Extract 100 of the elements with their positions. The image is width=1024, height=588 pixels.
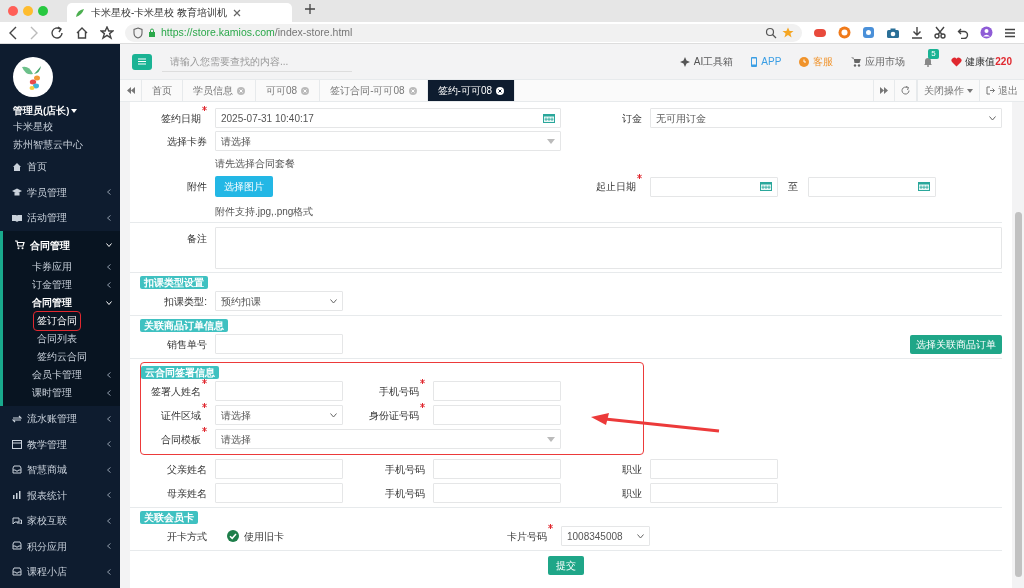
sidebar-item[interactable]: 积分应用 — [0, 533, 120, 559]
field-label: 合同模板 — [160, 432, 201, 447]
text-field[interactable] — [433, 459, 561, 479]
select-field[interactable]: 预约扣课 — [215, 291, 343, 311]
page-tab[interactable]: 首页 — [142, 80, 183, 101]
header-link[interactable]: AI工具箱 — [679, 54, 734, 69]
header-link[interactable]: 应用市场 — [851, 54, 906, 69]
text-field[interactable] — [215, 483, 343, 503]
download-icon[interactable] — [911, 26, 923, 39]
date-field[interactable] — [808, 176, 936, 197]
star-icon[interactable] — [782, 26, 794, 39]
zoom-icon[interactable] — [765, 26, 777, 39]
sidebar-item[interactable]: 活动管理 — [0, 205, 120, 231]
caret-icon — [546, 436, 555, 442]
sidebar-item[interactable]: 报表统计 — [0, 482, 120, 508]
sidebar-item[interactable]: 合同列表 — [34, 330, 80, 348]
sidebar-item[interactable]: 合同管理 — [3, 232, 120, 258]
new-tab-icon[interactable] — [304, 3, 316, 15]
search-field[interactable]: 请输入您需要查找的内容... — [162, 51, 352, 72]
bar-chart-icon — [12, 490, 22, 501]
sidebar-item[interactable]: 首页 — [0, 154, 120, 180]
select-field[interactable]: 1008345008 — [561, 526, 650, 546]
text-field[interactable] — [432, 381, 561, 401]
select-field[interactable]: 请选择 — [214, 405, 343, 425]
close-icon[interactable] — [496, 86, 505, 95]
undo-icon[interactable] — [957, 26, 969, 39]
helper-text: 请先选择合同套餐 — [215, 157, 296, 171]
org-name: 卡米星校 — [13, 120, 54, 135]
bell-icon[interactable] — [923, 56, 934, 67]
camera-icon[interactable] — [886, 26, 900, 39]
caret-icon — [71, 109, 78, 114]
sidebar-item[interactable]: 课时管理 — [3, 384, 120, 402]
sidebar-item[interactable]: 卡券应用 — [3, 258, 120, 276]
required-icon — [201, 378, 207, 384]
required-icon — [201, 402, 207, 408]
refresh-icon — [901, 86, 910, 95]
required-icon — [419, 378, 425, 384]
checkbox-icon[interactable] — [227, 530, 239, 542]
sidebar-item[interactable]: 签订合同 — [34, 312, 80, 330]
text-field[interactable] — [433, 483, 561, 503]
menu-button[interactable] — [132, 53, 152, 70]
home-icon — [12, 161, 22, 172]
section-title: 关联商品订单信息 — [140, 319, 228, 332]
menu-icon[interactable] — [1004, 27, 1016, 38]
field-label: 身份证号码 — [368, 408, 419, 423]
chat-icon — [12, 515, 22, 526]
text-field[interactable] — [215, 334, 343, 354]
text-field[interactable] — [650, 459, 778, 479]
home-icon[interactable] — [75, 25, 89, 40]
user-menu[interactable]: 管理员(店长) — [13, 104, 120, 119]
select-field[interactable]: 请选择 — [215, 131, 561, 151]
scroll-right-button[interactable] — [873, 80, 895, 101]
double-arrow-right-icon — [880, 87, 888, 94]
tab-title: 卡米星校-卡米星校 教育培训机 — [91, 6, 228, 20]
sidebar-item[interactable]: 教学管理 — [0, 431, 120, 457]
select-field[interactable]: 无可用订金 — [650, 108, 1002, 128]
calendar-icon[interactable] — [760, 182, 772, 191]
sidebar-item[interactable]: 合同管理 — [3, 294, 120, 312]
page-tab[interactable]: 可可08 — [256, 80, 321, 101]
field-label: 证件区域 — [160, 408, 201, 423]
checkbox-label: 使用旧卡 — [244, 529, 284, 544]
reload-icon[interactable] — [50, 25, 64, 40]
page-tab[interactable]: 学员信息 — [183, 80, 256, 101]
heart-icon — [951, 56, 963, 67]
address-bar[interactable]: https://store.kamios.com/index-store.html — [125, 23, 802, 42]
page-tab[interactable]: 签订合同-可可08 — [320, 80, 428, 101]
logout-button[interactable]: 退出 — [979, 80, 1024, 101]
back-icon[interactable] — [8, 25, 18, 40]
select-field[interactable]: 请选择 — [214, 429, 561, 449]
chevron-down-icon — [989, 115, 996, 121]
section-title: 扣课类型设置 — [140, 276, 208, 289]
date-field[interactable] — [650, 176, 778, 197]
date-field[interactable]: 2025-07-31 10:40:17 — [215, 108, 561, 128]
page-tab[interactable]: 签约-可可08 — [427, 80, 516, 101]
bookmark-star-icon[interactable] — [100, 25, 114, 40]
sidebar-item[interactable]: 课程小店 — [0, 559, 120, 585]
calendar-icon — [12, 439, 22, 450]
sidebar-item[interactable]: 会员卡管理 — [3, 366, 120, 384]
sidebar-item[interactable]: 智慧商城 — [0, 457, 120, 483]
avatar-icon[interactable] — [980, 26, 993, 39]
sidebar-item[interactable]: 家校互联 — [0, 508, 120, 534]
calendar-icon[interactable] — [543, 113, 555, 123]
text-field[interactable] — [650, 483, 778, 503]
text-field[interactable] — [432, 405, 561, 425]
sidebar-item[interactable]: 签约云合同 — [34, 348, 90, 366]
close-menu-dropdown[interactable]: 关闭操作 — [917, 80, 979, 101]
sidebar-item[interactable]: 学员管理 — [0, 179, 120, 205]
text-field[interactable] — [214, 381, 343, 401]
text-field[interactable] — [215, 459, 343, 479]
notification-badge: 5 — [928, 49, 939, 59]
field-label: 父亲姓名 — [167, 462, 207, 477]
scissors-icon[interactable] — [934, 26, 946, 39]
caret-icon — [967, 88, 973, 93]
helper-text: 附件支持.jpg,.png格式 — [215, 205, 315, 219]
browser-tab[interactable]: 卡米星校-卡米星校 教育培训机 — [67, 3, 292, 22]
sidebar-item[interactable]: 流水账管理 — [0, 406, 120, 432]
sidebar-item[interactable]: 订金管理 — [3, 276, 120, 294]
tray-icon — [12, 566, 22, 577]
forward-icon[interactable] — [29, 25, 39, 40]
calendar-icon[interactable] — [918, 182, 930, 191]
